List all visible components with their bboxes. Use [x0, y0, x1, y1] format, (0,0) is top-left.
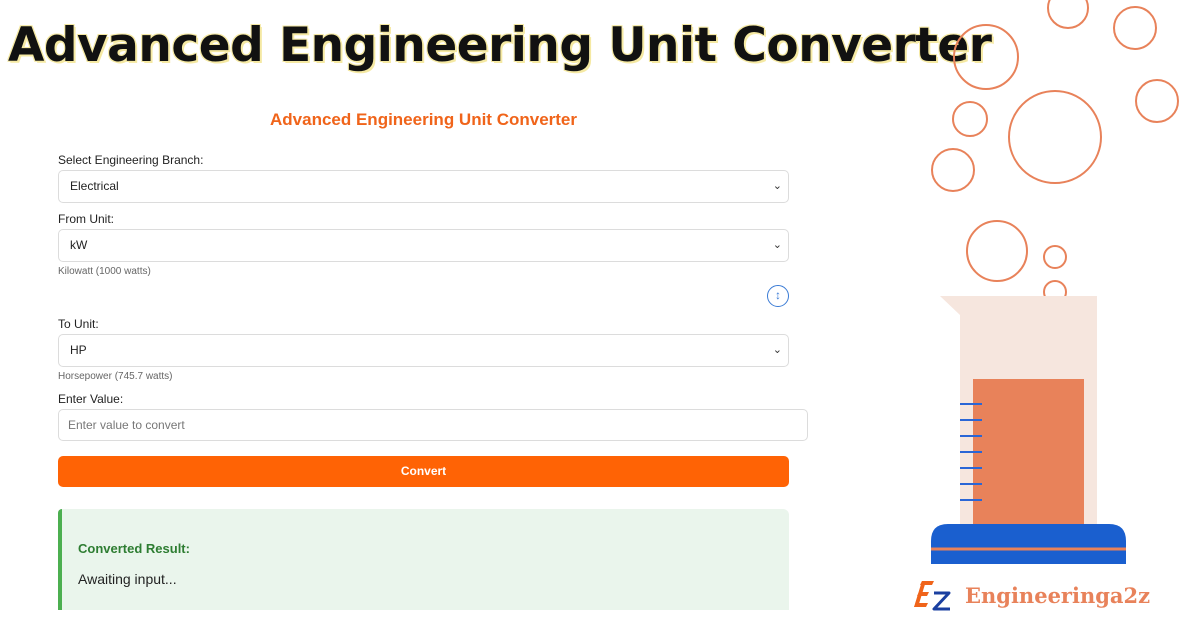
swap-units-button[interactable]: ↕ — [767, 285, 789, 307]
swap-vertical-icon: ↕ — [775, 288, 781, 302]
banner-title: Advanced Engineering Unit Converter — [8, 18, 992, 73]
branch-label: Select Engineering Branch: — [58, 153, 204, 167]
chevron-down-icon: ⌄ — [772, 180, 782, 192]
ez-logo-icon — [914, 581, 951, 611]
beaker-illustration — [931, 0, 1179, 564]
app-title: Advanced Engineering Unit Converter — [270, 110, 577, 129]
convert-button[interactable]: Convert — [58, 456, 789, 487]
result-label: Converted Result: — [78, 541, 190, 556]
from-unit-selected-value: kW — [70, 238, 88, 252]
value-input[interactable] — [58, 409, 808, 441]
to-unit-label: To Unit: — [58, 317, 99, 331]
to-unit-selected-value: HP — [70, 343, 87, 357]
value-label: Enter Value: — [58, 392, 124, 406]
beaker-liquid — [973, 379, 1084, 530]
beaker-base — [931, 524, 1126, 564]
chevron-down-icon: ⌄ — [772, 344, 782, 356]
to-unit-description: Horsepower (745.7 watts) — [58, 371, 173, 382]
from-unit-label: From Unit: — [58, 212, 115, 226]
chevron-down-icon: ⌄ — [772, 239, 782, 251]
result-panel: Converted Result: Awaiting input... — [58, 509, 789, 610]
branch-select[interactable]: Electrical ⌄ — [58, 170, 789, 203]
brand: Engineeringa2z — [910, 576, 1170, 616]
result-text: Awaiting input... — [78, 571, 177, 587]
to-unit-select[interactable]: HP ⌄ — [58, 334, 789, 367]
from-unit-select[interactable]: kW ⌄ — [58, 229, 789, 262]
brand-name: Engineeringa2z — [965, 583, 1151, 608]
branch-selected-value: Electrical — [70, 179, 119, 193]
from-unit-description: Kilowatt (1000 watts) — [58, 266, 151, 277]
